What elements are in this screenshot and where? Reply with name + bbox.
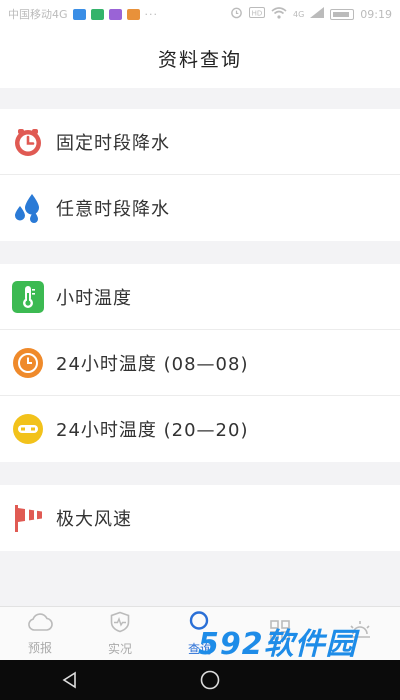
svg-text:HD: HD [252, 10, 263, 18]
windsock-icon [12, 502, 44, 534]
grid-icon [269, 619, 291, 645]
status-bar: 中国移动4G ··· HD 4G 09:19 [0, 0, 400, 28]
menu-item-label: 24小时温度 (20—20) [56, 420, 249, 441]
menu-item-24h-temperature-20[interactable]: 24小时温度 (20—20) [0, 396, 400, 462]
menu-item-hourly-temperature[interactable]: 小时温度 [0, 264, 400, 330]
clock-label: 09:19 [360, 7, 392, 21]
temperature-section: 小时温度 24小时温度 (08—08) 24小时温度 (20—20) [0, 264, 400, 462]
menu-item-label: 固定时段降水 [56, 132, 170, 154]
carrier-label: 中国移动4G [8, 8, 68, 21]
menu-item-24h-temperature-08[interactable]: 24小时温度 (08—08) [0, 330, 400, 396]
bottom-tab-bar: 预报 实况 查询 [0, 606, 400, 660]
raindrops-icon [12, 192, 44, 224]
clock-08-icon [12, 347, 44, 379]
menu-item-label: 任意时段降水 [56, 199, 170, 220]
page-title: 资料查询 [157, 48, 242, 71]
notification-icon [108, 8, 122, 20]
menu-item-fixed-period-precipitation[interactable]: 固定时段降水 [0, 109, 400, 175]
menu-item-label: 极大风速 [56, 509, 132, 530]
cloud-icon [27, 612, 53, 636]
more-notifications-label: ··· [144, 7, 159, 21]
precipitation-section: 固定时段降水 任意时段降水 [0, 109, 400, 241]
search-icon [188, 610, 212, 637]
back-triangle-icon [62, 671, 76, 689]
wind-section: 极大风速 [0, 485, 400, 551]
notification-icon [90, 8, 104, 20]
home-circle-icon [200, 670, 220, 690]
battery-icon [330, 8, 355, 20]
tab-query[interactable]: 查询 [160, 607, 240, 660]
wifi-icon [271, 6, 287, 22]
notification-icon [72, 8, 86, 20]
network-type-label: 4G [293, 9, 305, 19]
hd-icon: HD [249, 7, 265, 21]
tab-more[interactable] [240, 607, 320, 660]
shield-pulse-icon [109, 611, 131, 637]
menu-item-any-period-precipitation[interactable]: 任意时段降水 [0, 175, 400, 241]
notification-icon [126, 8, 140, 20]
sun-icon [348, 619, 372, 645]
home-button[interactable] [190, 660, 230, 700]
tab-label: 预报 [27, 640, 52, 655]
system-nav-bar [0, 660, 400, 700]
tab-label: 查询 [187, 641, 212, 656]
back-button[interactable] [50, 660, 90, 700]
menu-item-label: 24小时温度 (08—08) [56, 353, 249, 375]
app-header: 资料查询 [0, 28, 400, 88]
tab-weather[interactable] [320, 607, 400, 660]
menu-item-label: 小时温度 [56, 287, 132, 309]
tab-label: 实况 [107, 641, 132, 656]
clock-20-icon [12, 413, 44, 445]
tab-forecast[interactable]: 预报 [0, 607, 80, 660]
signal-icon [310, 7, 325, 21]
menu-item-max-wind-speed[interactable]: 极大风速 [0, 485, 400, 551]
tab-observation[interactable]: 实况 [80, 607, 160, 660]
thermometer-icon [12, 280, 44, 313]
fixed-period-precipitation-icon [12, 126, 44, 158]
alarm-icon [230, 6, 243, 22]
